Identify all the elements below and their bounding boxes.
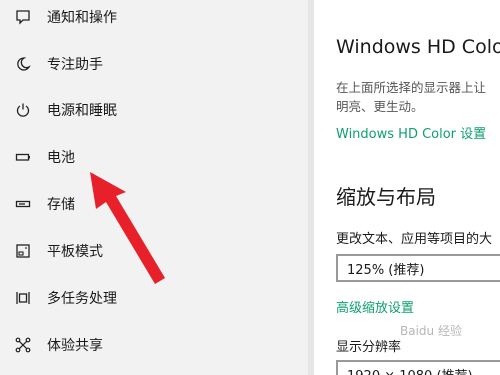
scale-layout-heading: 缩放与布局	[336, 185, 436, 209]
hd-color-description-line2: 明亮、更生动。	[336, 99, 424, 114]
hd-color-description-line1: 在上面所选择的显示器上让	[336, 80, 487, 95]
hd-color-title: Windows HD Color	[336, 36, 500, 58]
hd-color-settings-link[interactable]: Windows HD Color 设置	[336, 123, 486, 142]
resolution-label: 显示分辨率	[336, 340, 402, 355]
annotation-arrow	[90, 172, 165, 284]
scale-label: 更改文本、应用等项目的大	[336, 232, 493, 247]
watermark: Baidu 经验	[400, 324, 462, 338]
resolution-dropdown[interactable]: 1920 × 1080 (推荐)	[336, 360, 500, 375]
scale-dropdown-value: 125% (推荐)	[347, 262, 425, 278]
resolution-dropdown-value: 1920 × 1080 (推荐)	[347, 365, 473, 375]
advanced-scaling-link[interactable]: 高级缩放设置	[336, 297, 414, 316]
display-settings-pane: Windows HD Color 在上面所选择的显示器上让 明亮、更生动。 Wi…	[314, 0, 500, 375]
settings-sidebar: 通知和操作 专注助手 电源和睡眠 电池 存储 平板模式 多任务处理 体验共享	[0, 0, 308, 375]
scale-dropdown[interactable]: 125% (推荐)	[336, 254, 500, 282]
